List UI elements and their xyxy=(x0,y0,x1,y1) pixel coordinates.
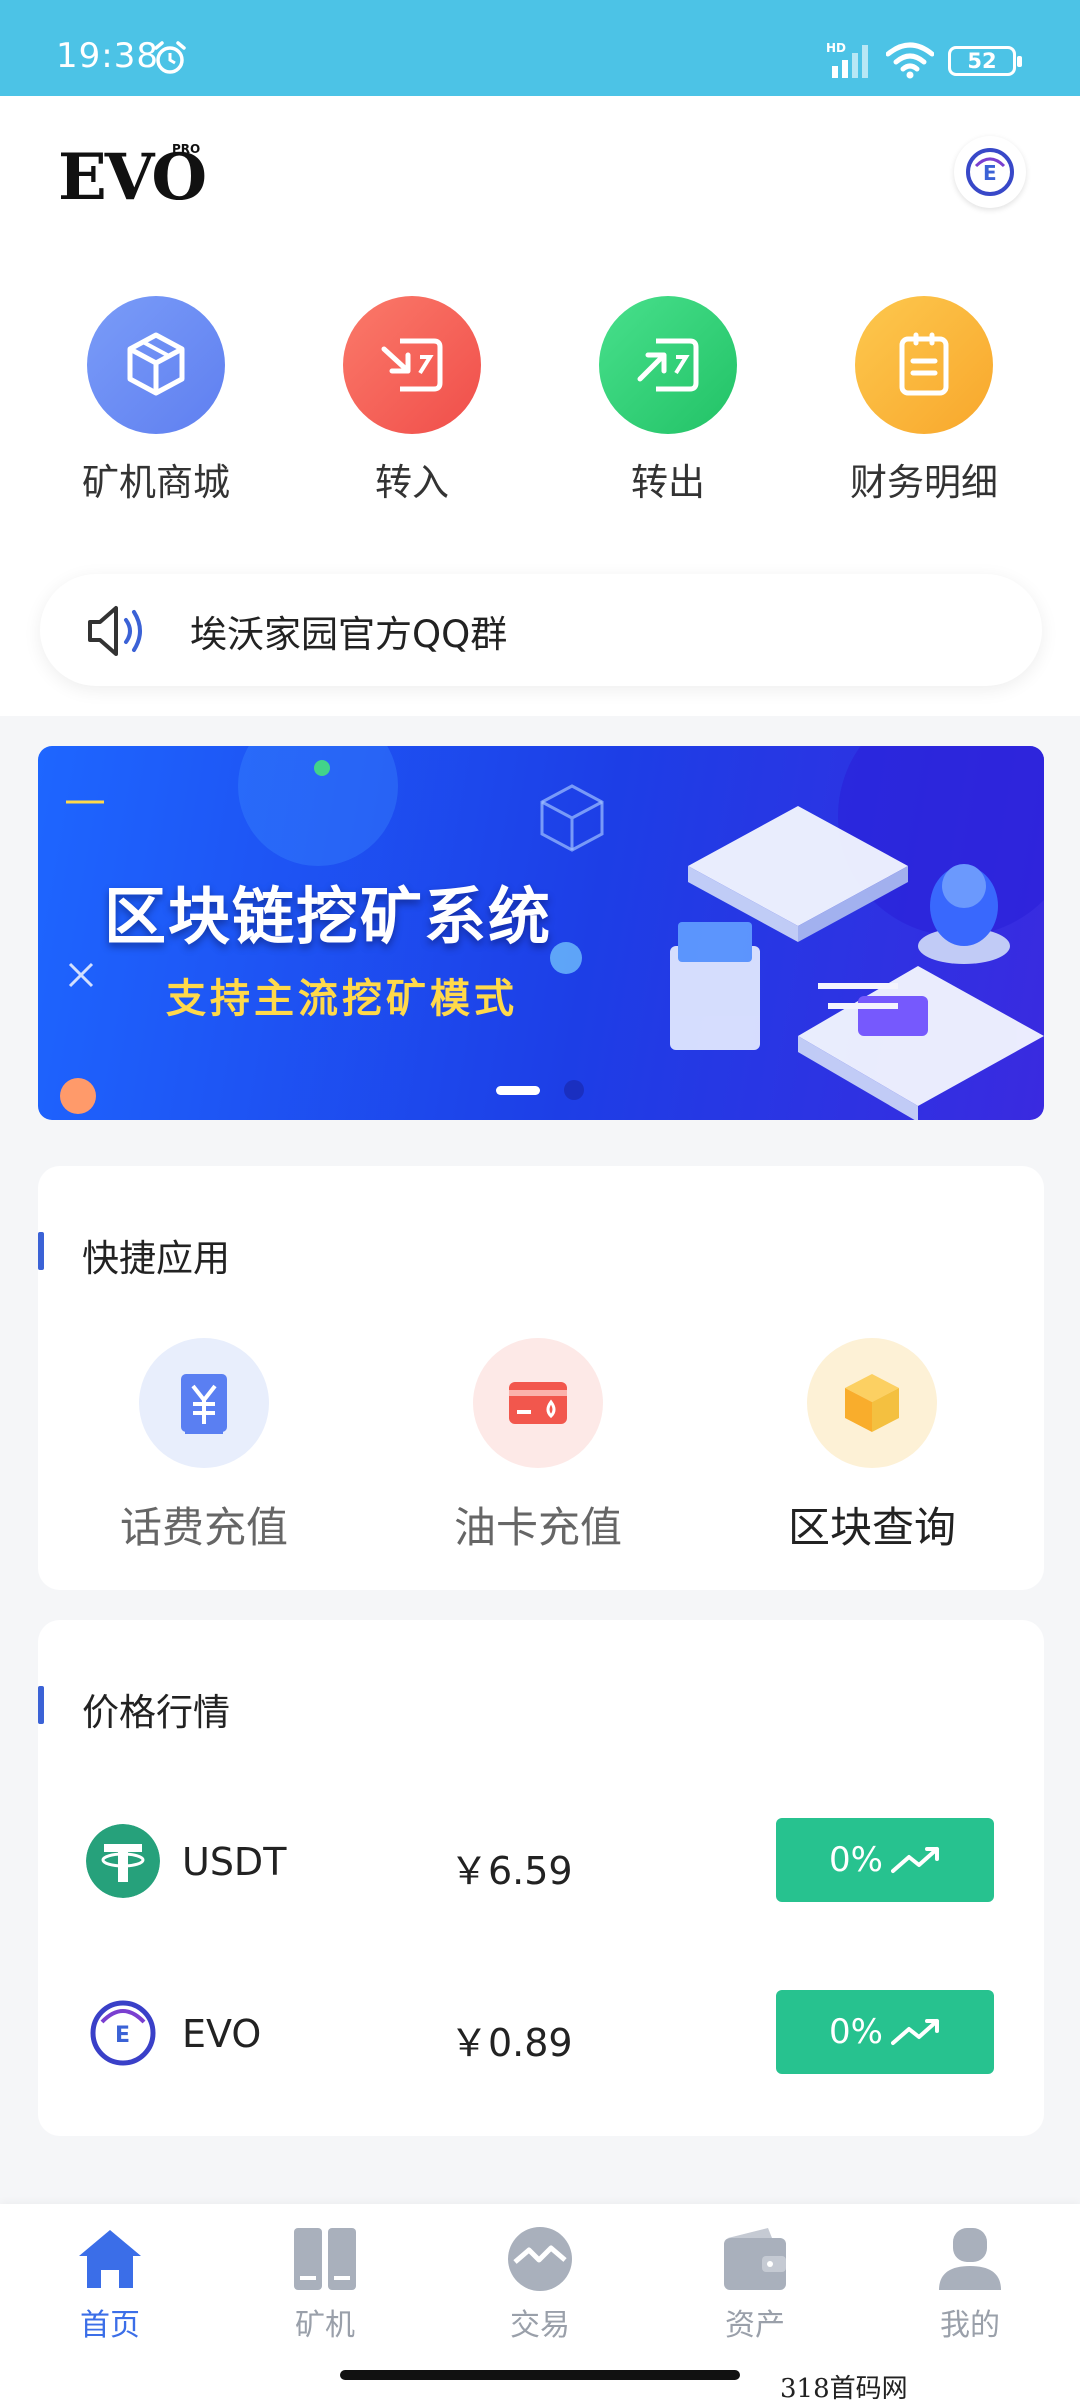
svg-text:HD: HD xyxy=(826,41,846,55)
profile-icon xyxy=(939,2228,1001,2290)
logo-badge: PRO xyxy=(172,142,201,156)
home-indicator[interactable] xyxy=(340,2370,740,2380)
price-change-badge: 0% xyxy=(776,1990,994,2074)
tab-label: 我的 xyxy=(940,2308,1000,2343)
block-query-icon xyxy=(807,1338,937,1468)
header-section: EVO PRO E 矿机商城 转入 转出 财务明细 埃沃家园官方QQ群 xyxy=(0,96,1080,716)
evo-coin-icon: E xyxy=(90,2000,156,2066)
coin-name: USDT xyxy=(182,1840,287,1884)
shortcut-label: 话费充值 xyxy=(119,1503,288,1552)
evo-avatar-icon: E xyxy=(966,148,1014,196)
wallet-icon xyxy=(724,2228,786,2290)
quick-action-label: 转出 xyxy=(631,461,705,504)
tab-label: 首页 xyxy=(80,2308,140,2343)
tab-label: 交易 xyxy=(510,2308,570,2343)
yuan-bill-icon xyxy=(139,1338,269,1468)
shortcuts-card: 快捷应用 话费充值 油卡充值 区块查询 xyxy=(38,1166,1044,1590)
quick-action-transfer-in[interactable]: 转入 xyxy=(302,296,522,506)
price-change-value: 0% xyxy=(829,1840,883,1880)
tab-trade[interactable]: 交易 xyxy=(460,2224,620,2344)
trade-icon xyxy=(508,2227,572,2291)
tab-home[interactable]: 首页 xyxy=(30,2224,190,2344)
trend-up-icon xyxy=(890,2019,939,2045)
coin-price: ￥6.59 xyxy=(450,1849,573,1893)
quick-action-miner-store[interactable]: 矿机商城 xyxy=(46,296,266,506)
svg-text:E: E xyxy=(983,161,997,185)
tab-label: 矿机 xyxy=(295,2308,355,2343)
quick-action-label: 转入 xyxy=(375,461,449,504)
shortcuts-title: 快捷应用 xyxy=(82,1237,230,1280)
tab-label: 资产 xyxy=(725,2308,785,2343)
coin-name: EVO xyxy=(182,2012,262,2056)
carousel-dot-active[interactable] xyxy=(496,1086,540,1095)
shortcut-label: 油卡充值 xyxy=(453,1503,622,1552)
tab-profile[interactable]: 我的 xyxy=(890,2224,1050,2344)
quick-actions: 矿机商城 转入 转出 财务明细 xyxy=(0,296,1080,516)
notice-text: 埃沃家园官方QQ群 xyxy=(190,613,508,656)
speaker-icon xyxy=(88,606,142,656)
price-row-usdt[interactable]: USDT ￥6.59 0% xyxy=(38,1816,1044,1906)
promo-banner[interactable]: 区块链挖矿系统 支持主流挖矿模式 xyxy=(38,746,1044,1120)
watermark: 318首码网 www.E318.com xyxy=(776,2368,1080,2400)
section-accent-bar xyxy=(38,1232,44,1270)
banner-title: 区块链挖矿系统 xyxy=(104,880,553,953)
shortcut-fuel-card[interactable]: 油卡充值 xyxy=(418,1338,658,1555)
section-accent-bar xyxy=(38,1686,44,1724)
quick-action-label: 矿机商城 xyxy=(82,461,230,504)
shortcut-label: 区块查询 xyxy=(787,1503,956,1552)
quick-action-transfer-out[interactable]: 转出 xyxy=(558,296,778,506)
app-logo: EVO PRO xyxy=(58,140,207,215)
quick-action-ledger[interactable]: 财务明细 xyxy=(814,296,1034,506)
carousel-dot[interactable] xyxy=(564,1080,584,1100)
status-time: 19:38 xyxy=(56,36,159,76)
ledger-icon xyxy=(855,296,993,434)
market-title: 价格行情 xyxy=(82,1691,230,1734)
price-change-value: 0% xyxy=(829,2012,883,2052)
banner-subtitle: 支持主流挖矿模式 xyxy=(166,976,518,1022)
tether-icon xyxy=(86,1824,160,1898)
wifi-icon xyxy=(886,42,934,79)
status-bar: 19:38 HD 52 xyxy=(0,0,1080,96)
quick-action-label: 财务明细 xyxy=(850,461,998,504)
transfer-in-icon xyxy=(343,296,481,434)
home-icon xyxy=(79,2230,141,2288)
shortcut-block-query[interactable]: 区块查询 xyxy=(752,1338,992,1555)
coin-price: ￥0.89 xyxy=(450,2021,573,2065)
trend-up-icon xyxy=(890,1847,939,1873)
cube-store-icon xyxy=(87,296,225,434)
tab-miner[interactable]: 矿机 xyxy=(245,2224,405,2344)
transfer-out-icon xyxy=(599,296,737,434)
fuel-card-icon xyxy=(473,1338,603,1468)
signal-icon: HD xyxy=(826,41,868,78)
svg-text:E: E xyxy=(115,2023,130,2048)
battery-icon: 52 xyxy=(948,46,1022,76)
market-card: 价格行情 USDT ￥6.59 0% E EVO ￥0.89 0% xyxy=(38,1620,1044,2136)
miner-icon xyxy=(294,2228,356,2290)
notice-bar[interactable]: 埃沃家园官方QQ群 xyxy=(40,574,1042,686)
shortcut-phone-recharge[interactable]: 话费充值 xyxy=(84,1338,324,1555)
price-change-badge: 0% xyxy=(776,1818,994,1902)
avatar[interactable]: E xyxy=(954,136,1026,208)
tab-assets[interactable]: 资产 xyxy=(675,2224,835,2344)
alarm-icon xyxy=(154,41,186,74)
price-row-evo[interactable]: E EVO ￥0.89 0% xyxy=(38,1988,1044,2078)
